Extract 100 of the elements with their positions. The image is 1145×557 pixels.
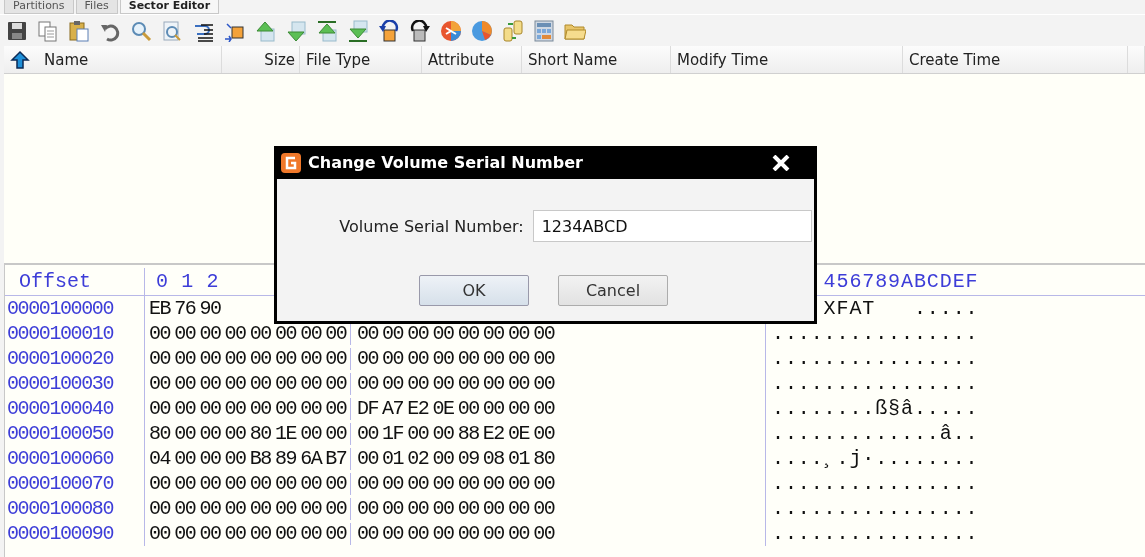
hex-byte[interactable]: 00 xyxy=(274,497,300,520)
hex-byte[interactable]: 88 xyxy=(457,422,483,445)
hex-byte[interactable]: 00 xyxy=(382,497,407,520)
hex-byte[interactable]: 00 xyxy=(199,522,224,545)
hex-byte[interactable]: 01 xyxy=(382,447,407,470)
column-header[interactable]: Modify Time xyxy=(677,50,769,69)
hex-byte[interactable]: 00 xyxy=(149,472,174,495)
hex-byte[interactable]: 1F xyxy=(382,422,407,445)
hex-byte[interactable]: 00 xyxy=(274,522,300,545)
hex-byte[interactable]: 00 xyxy=(149,347,174,370)
hex-byte[interactable]: 00 xyxy=(533,397,558,420)
hex-byte[interactable]: 00 xyxy=(482,497,508,520)
hex-byte[interactable]: 00 xyxy=(174,497,199,520)
hex-byte[interactable]: 00 xyxy=(482,522,508,545)
hex-byte[interactable]: DF xyxy=(356,397,382,420)
column-header[interactable]: Create Time xyxy=(909,50,1001,69)
bottom-arrow-icon[interactable] xyxy=(347,19,369,42)
hex-byte[interactable]: 00 xyxy=(482,397,508,420)
column-header[interactable]: Short Name xyxy=(528,50,618,69)
hex-byte[interactable]: 00 xyxy=(274,472,300,495)
hex-byte[interactable]: 09 xyxy=(457,447,483,470)
hex-byte[interactable]: 01 xyxy=(508,447,533,470)
hex-byte[interactable]: 00 xyxy=(457,497,483,520)
hex-byte[interactable]: 00 xyxy=(325,522,351,545)
hex-byte[interactable]: 00 xyxy=(407,422,432,445)
hex-byte[interactable]: 00 xyxy=(432,322,458,345)
tab[interactable]: Files xyxy=(75,0,118,14)
hex-byte[interactable]: 00 xyxy=(174,372,199,395)
hex-byte[interactable]: 00 xyxy=(382,372,407,395)
sort-up-arrow-icon[interactable] xyxy=(10,49,30,70)
hex-byte[interactable]: A7 xyxy=(382,397,407,420)
hex-byte[interactable]: 00 xyxy=(382,472,407,495)
hex-byte[interactable]: 00 xyxy=(508,372,533,395)
hex-byte[interactable]: 00 xyxy=(325,422,351,445)
hex-byte[interactable]: 00 xyxy=(149,322,174,345)
column-header[interactable]: Name xyxy=(44,50,89,69)
hex-byte[interactable]: 00 xyxy=(274,347,300,370)
hex-byte[interactable]: 00 xyxy=(356,447,382,470)
hex-byte[interactable]: 00 xyxy=(407,522,432,545)
hex-byte[interactable]: 00 xyxy=(224,372,250,395)
hex-byte[interactable]: 00 xyxy=(300,522,325,545)
hex-byte[interactable]: 00 xyxy=(224,522,250,545)
hex-byte[interactable]: 00 xyxy=(149,372,174,395)
hex-byte[interactable]: 00 xyxy=(407,497,432,520)
hex-byte[interactable]: 00 xyxy=(224,397,250,420)
hex-byte[interactable]: 00 xyxy=(407,372,432,395)
save-icon[interactable] xyxy=(6,19,28,42)
hex-byte[interactable]: 00 xyxy=(533,422,558,445)
hex-byte[interactable]: 00 xyxy=(533,522,558,545)
column-header[interactable]: File Type xyxy=(306,50,371,69)
hex-byte[interactable]: 00 xyxy=(482,372,508,395)
hex-byte[interactable]: 00 xyxy=(149,522,174,545)
hex-byte[interactable]: 00 xyxy=(199,422,224,445)
tab[interactable]: Sector Editor xyxy=(119,0,220,14)
hex-byte[interactable]: 00 xyxy=(482,322,508,345)
hex-byte[interactable]: 00 xyxy=(407,472,432,495)
hex-byte[interactable]: 00 xyxy=(382,522,407,545)
pie-chart-arrows-icon[interactable] xyxy=(440,19,462,42)
hex-byte[interactable]: 00 xyxy=(508,472,533,495)
hex-byte[interactable]: 00 xyxy=(508,522,533,545)
hex-byte[interactable]: 00 xyxy=(356,347,382,370)
paste-icon[interactable] xyxy=(68,19,90,42)
hex-byte[interactable]: 00 xyxy=(300,472,325,495)
hex-byte[interactable]: 00 xyxy=(533,472,558,495)
hex-byte[interactable]: 02 xyxy=(407,447,432,470)
hex-byte[interactable]: 00 xyxy=(325,372,351,395)
hex-byte[interactable]: 00 xyxy=(300,372,325,395)
column-header[interactable]: Size xyxy=(264,50,295,69)
hex-byte[interactable]: 00 xyxy=(432,422,458,445)
hex-byte[interactable]: 00 xyxy=(274,372,300,395)
hex-byte[interactable]: 80 xyxy=(249,422,275,445)
hex-byte[interactable]: 00 xyxy=(356,522,382,545)
hex-byte[interactable]: 00 xyxy=(300,322,325,345)
hex-byte[interactable]: 08 xyxy=(482,447,508,470)
hex-byte[interactable]: 00 xyxy=(199,472,224,495)
hex-byte[interactable]: 00 xyxy=(199,372,224,395)
hex-byte[interactable]: 76 xyxy=(174,297,199,320)
hex-byte[interactable]: 00 xyxy=(325,497,351,520)
hex-byte[interactable]: 00 xyxy=(457,322,483,345)
hex-byte[interactable]: 00 xyxy=(249,372,275,395)
hex-byte[interactable]: EB xyxy=(149,297,174,320)
hex-byte[interactable]: E2 xyxy=(407,397,432,420)
hex-byte[interactable]: 00 xyxy=(149,497,174,520)
hex-byte[interactable]: 00 xyxy=(174,347,199,370)
hex-byte[interactable]: 04 xyxy=(149,447,174,470)
hex-byte[interactable]: 00 xyxy=(224,422,250,445)
hex-byte[interactable]: 00 xyxy=(457,372,483,395)
column-header[interactable]: Attribute xyxy=(428,50,495,69)
hex-byte[interactable]: 00 xyxy=(356,472,382,495)
hex-byte[interactable]: 6A xyxy=(300,447,325,470)
hex-byte[interactable]: 90 xyxy=(199,297,224,320)
hex-byte[interactable]: 00 xyxy=(457,522,483,545)
top-arrow-icon[interactable] xyxy=(316,19,338,42)
hex-byte[interactable]: 00 xyxy=(224,497,250,520)
close-icon[interactable] xyxy=(772,154,790,171)
hex-byte[interactable]: 00 xyxy=(274,397,300,420)
hex-byte[interactable]: 00 xyxy=(457,472,483,495)
hex-byte[interactable]: 00 xyxy=(325,472,351,495)
hex-byte[interactable]: 00 xyxy=(224,322,250,345)
hex-byte[interactable]: 00 xyxy=(174,447,199,470)
